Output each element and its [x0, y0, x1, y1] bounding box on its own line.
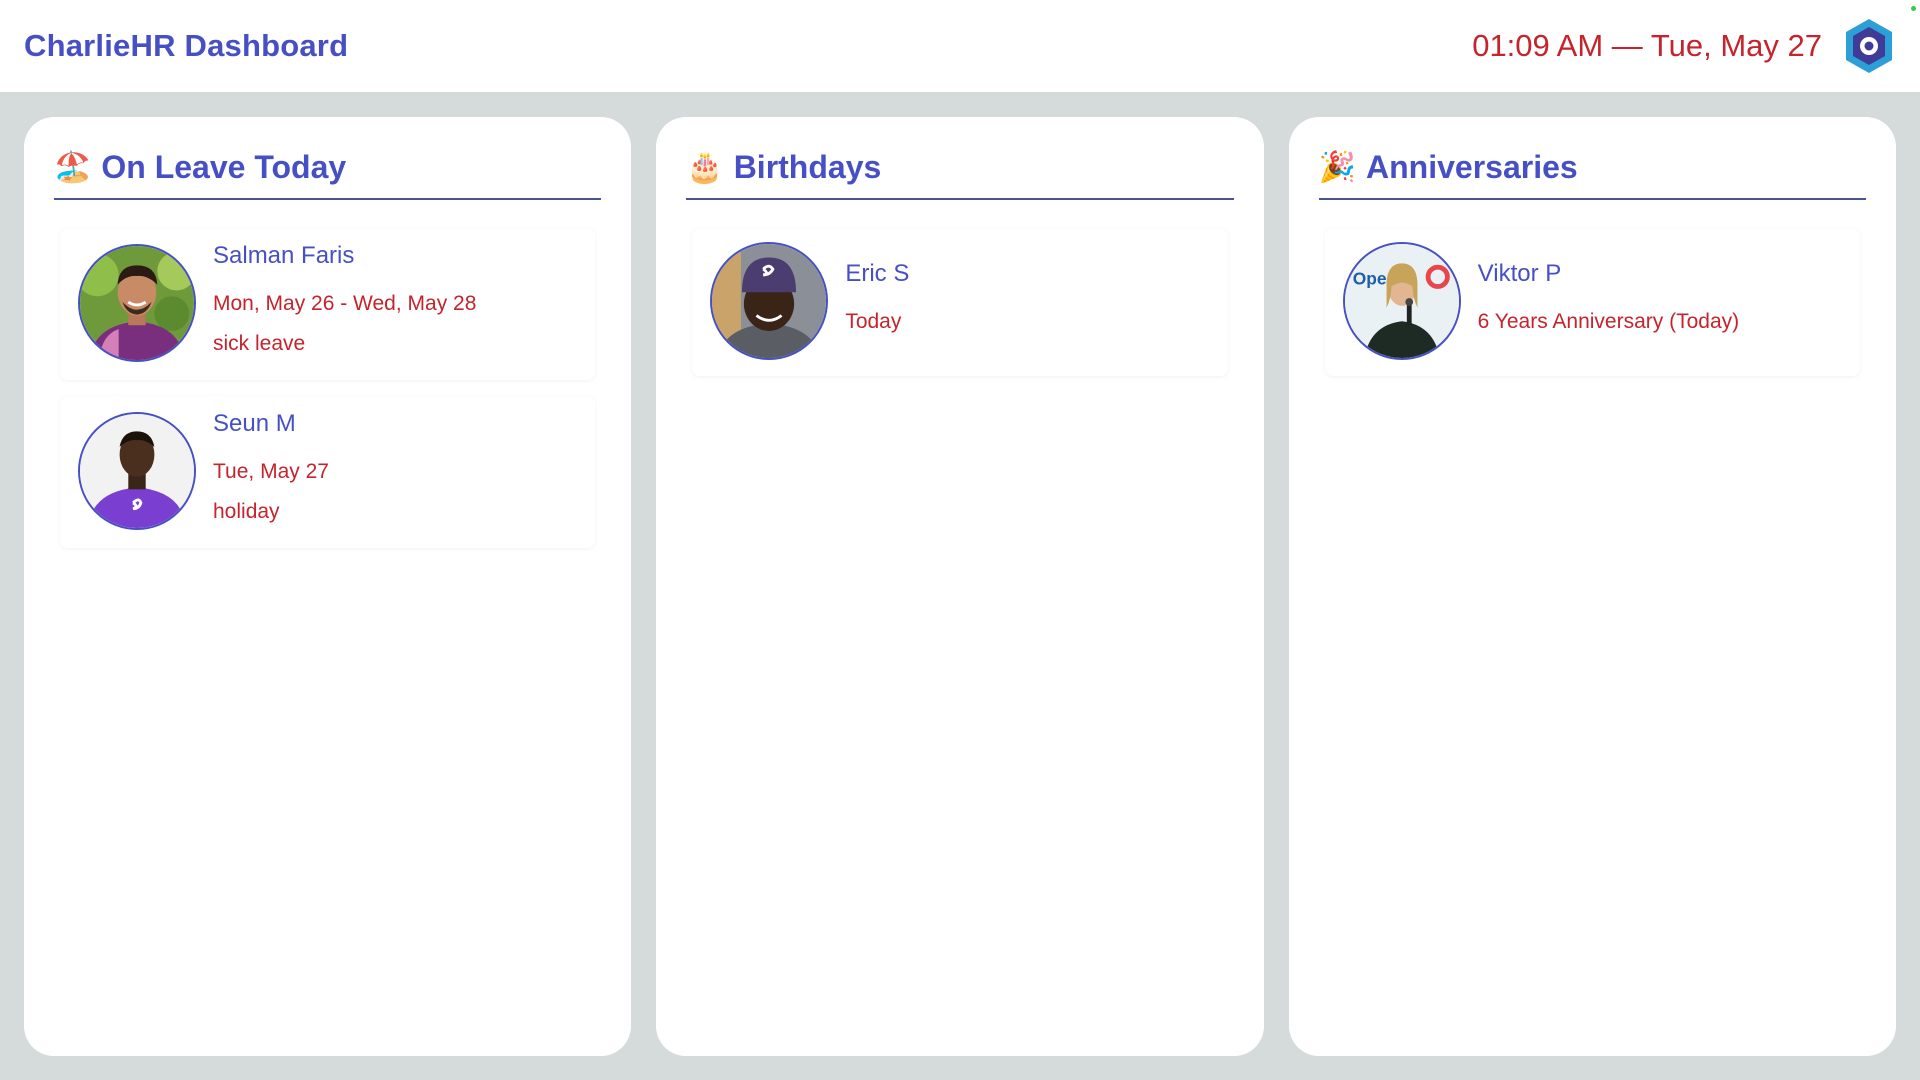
on-leave-title: On Leave Today: [101, 149, 347, 185]
current-datetime: 01:09 AM — Tue, May 27: [1472, 28, 1822, 63]
leave-card[interactable]: Salman Faris Mon, May 26 - Wed, May 28 s…: [60, 228, 596, 380]
birthdays-header: 🎂 Birthdays: [686, 149, 1234, 200]
anniversaries-panel: 🎉 Anniversaries Ope Viktor P 6 Years Ann…: [1288, 117, 1896, 1056]
anniversaries-title: Anniversaries: [1366, 149, 1578, 185]
background-sign-text: Ope: [1352, 269, 1386, 289]
anniversaries-header: 🎉 Anniversaries: [1318, 149, 1866, 200]
birthdays-panel: 🎂 Birthdays Eric S Today: [656, 117, 1264, 1056]
avatar: [78, 244, 196, 362]
birthday-detail: Today: [845, 310, 902, 333]
header-right: 01:09 AM — Tue, May 27: [1472, 17, 1896, 75]
person-name: Salman Faris: [213, 242, 355, 269]
leave-card-info: Seun M Tue, May 27 holiday: [213, 410, 329, 532]
anniversary-detail: 6 Years Anniversary (Today): [1477, 310, 1740, 333]
avatar: Ope: [1342, 242, 1461, 360]
person-name: Seun M: [213, 410, 296, 437]
leave-type: holiday: [213, 500, 280, 523]
top-bar: CharlieHR Dashboard 01:09 AM — Tue, May …: [0, 0, 1920, 92]
person-name: Eric S: [845, 260, 910, 287]
leave-type: sick leave: [213, 332, 306, 355]
person-name: Viktor P: [1477, 260, 1562, 287]
dashboard-columns: 🏖️ On Leave Today Salman Faris Mon, May …: [24, 117, 1896, 1056]
avatar: [78, 412, 196, 530]
beach-umbrella-icon: 🏖️: [54, 150, 92, 184]
birthday-card[interactable]: Eric S Today: [692, 228, 1228, 376]
leave-card-info: Salman Faris Mon, May 26 - Wed, May 28 s…: [213, 242, 476, 364]
birthday-card-info: Eric S Today: [845, 260, 909, 342]
leave-dates: Tue, May 27: [213, 460, 329, 483]
on-leave-header: 🏖️ On Leave Today: [54, 149, 602, 200]
avatar: [710, 242, 829, 360]
status-indicator: [1911, 6, 1916, 11]
birthdays-title: Birthdays: [733, 149, 882, 185]
leave-dates: Mon, May 26 - Wed, May 28: [213, 292, 477, 315]
leave-card[interactable]: Seun M Tue, May 27 holiday: [60, 396, 596, 548]
anniversary-card[interactable]: Ope Viktor P 6 Years Anniversary (Today): [1324, 228, 1860, 376]
birthday-cake-icon: 🎂: [686, 150, 724, 184]
hexagon-logo-icon: [1846, 19, 1892, 73]
on-leave-panel: 🏖️ On Leave Today Salman Faris Mon, May …: [24, 117, 632, 1056]
anniversary-card-info: Viktor P 6 Years Anniversary (Today): [1478, 260, 1739, 342]
app-title: CharlieHR Dashboard: [24, 28, 349, 63]
party-popper-icon: 🎉: [1318, 150, 1357, 184]
